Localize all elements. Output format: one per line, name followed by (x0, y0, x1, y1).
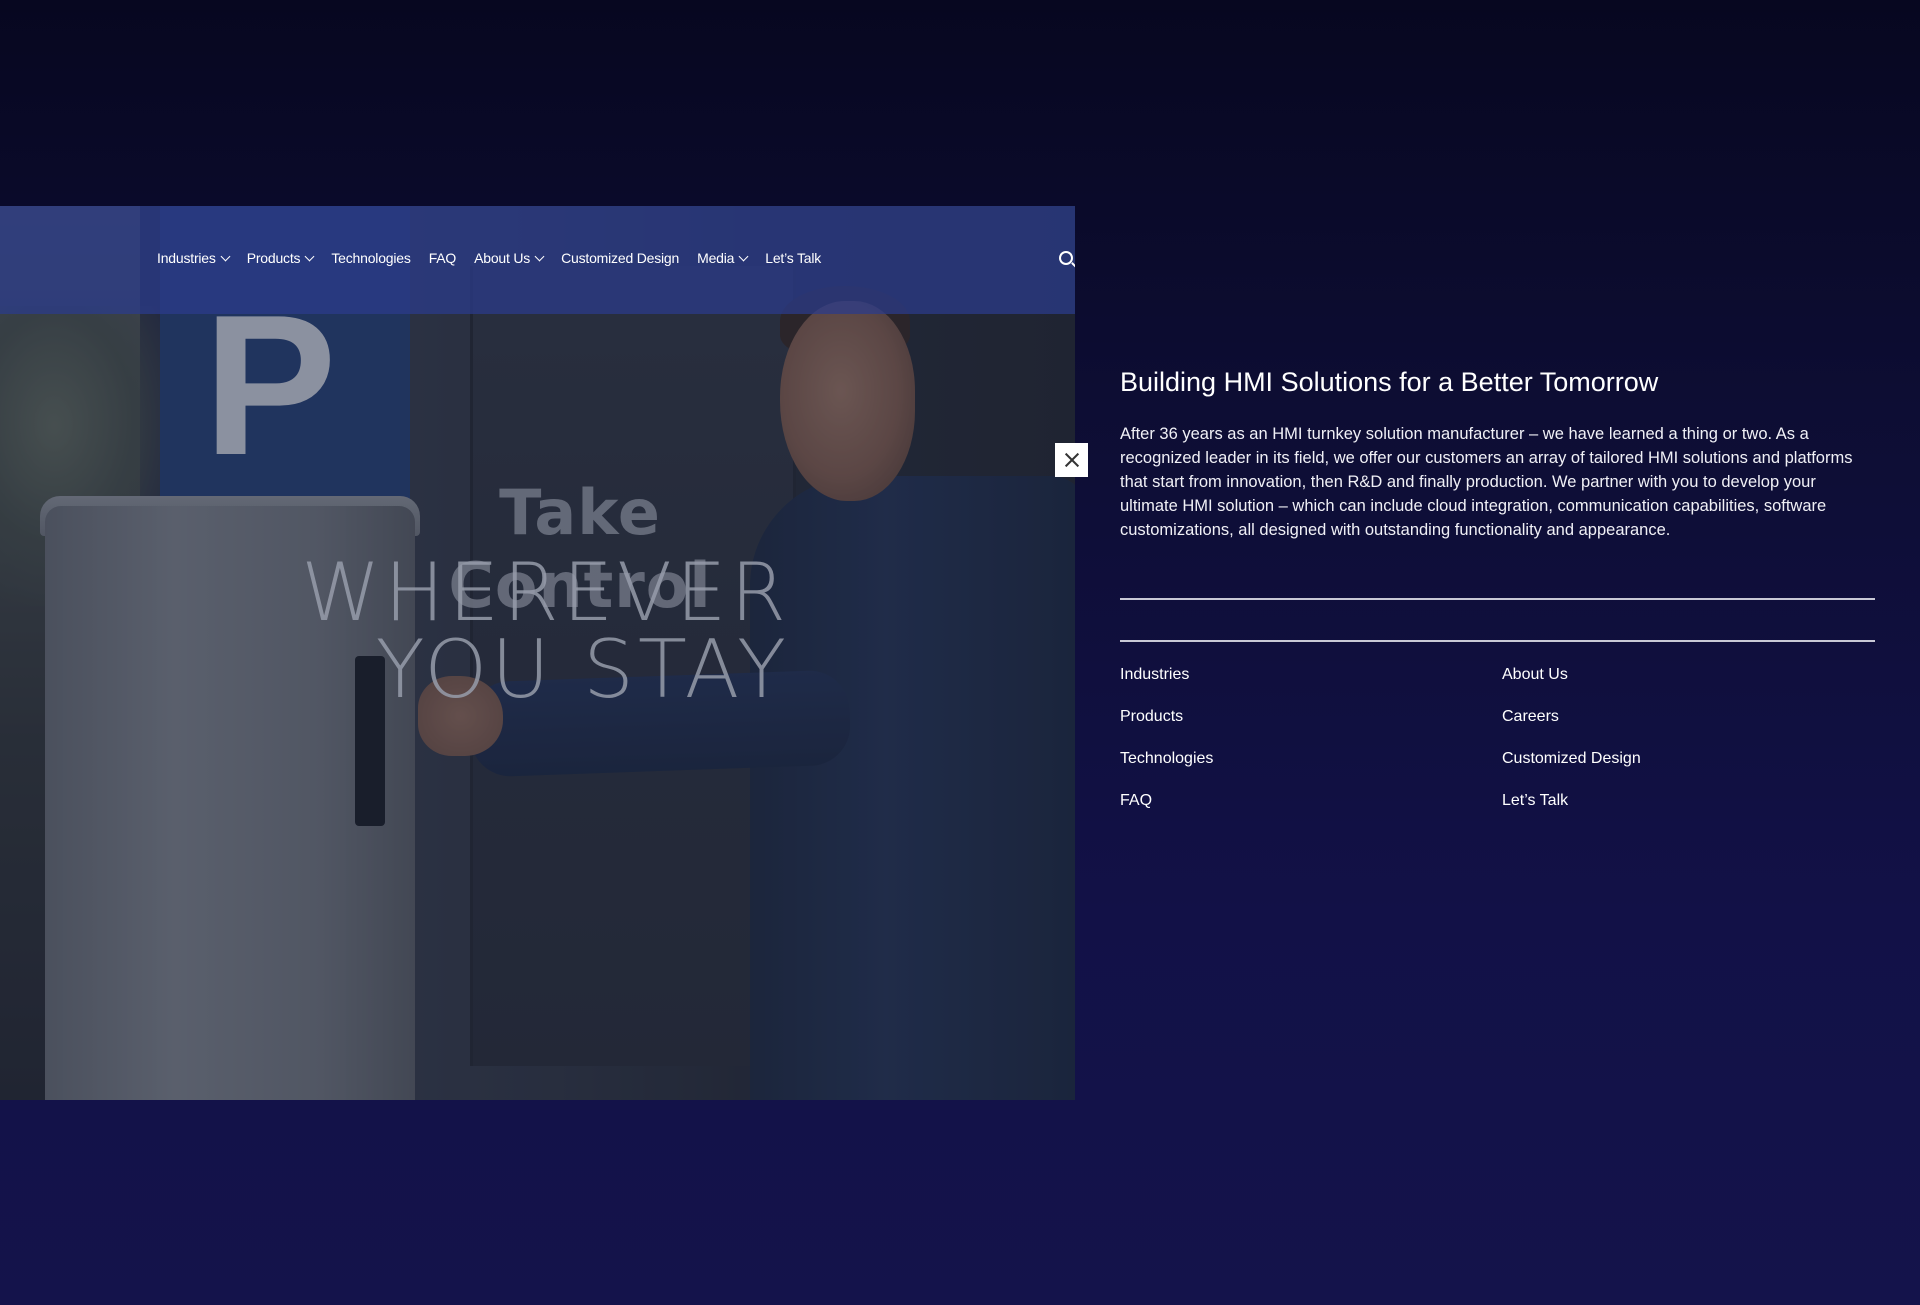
close-button[interactable] (1055, 443, 1088, 477)
panel-link-about-us[interactable]: About Us (1502, 664, 1875, 686)
nav-item-label: Industries (157, 250, 216, 266)
close-icon (1064, 452, 1080, 468)
nav-item-let-s-talk[interactable]: Let’s Talk (765, 250, 821, 266)
panel-link-lets-talk[interactable]: Let’s Talk (1502, 790, 1875, 812)
divider (1120, 640, 1875, 642)
nav-item-industries[interactable]: Industries (157, 250, 231, 266)
nav-item-label: Products (246, 250, 301, 266)
panel-link-technologies[interactable]: Technologies (1120, 748, 1502, 770)
panel-link-products[interactable]: Products (1120, 706, 1502, 728)
main-navigation: Industries Products Technologies FAQ About U… (0, 206, 1075, 314)
panel-description: After 36 years as an HMI turnkey solutio… (1120, 425, 1853, 539)
side-panel: Building HMI Solutions for a Better Tomo… (1120, 360, 1875, 542)
nav-item-label: FAQ (428, 250, 457, 266)
panel-link-industries[interactable]: Industries (1120, 664, 1502, 686)
chevron-down-icon (220, 251, 231, 261)
hero-media: P Take Control WHEREVER YOU STAY Industr… (0, 206, 1075, 1100)
nav-menu: Industries Products Technologies FAQ About U… (157, 250, 839, 266)
panel-link-customized-design[interactable]: Customized Design (1502, 748, 1875, 770)
divider (1120, 598, 1875, 600)
nav-item-label: Customized Design (561, 250, 680, 266)
panel-link-faq[interactable]: FAQ (1120, 790, 1502, 812)
hero-headline-line-2: YOU STAY (375, 623, 790, 716)
nav-item-media[interactable]: Media (697, 250, 749, 266)
chevron-down-icon (534, 251, 545, 261)
nav-item-products[interactable]: Products (246, 250, 315, 266)
nav-item-label: Let’s Talk (765, 250, 822, 266)
nav-item-label: Technologies (331, 250, 411, 266)
nav-item-customized-design[interactable]: Customized Design (561, 250, 679, 266)
nav-item-label: Media (697, 250, 735, 266)
search-icon[interactable] (1059, 251, 1073, 265)
nav-item-label: About Us (474, 250, 531, 266)
chevron-down-icon (738, 251, 749, 261)
chevron-down-icon (304, 251, 315, 261)
panel-link-careers[interactable]: Careers (1502, 706, 1875, 728)
hero-headline-line-1: WHEREVER (301, 546, 790, 639)
nav-item-faq[interactable]: FAQ (428, 250, 457, 266)
panel-links: Industries About Us Products Careers Tec… (1120, 664, 1875, 812)
nav-item-technologies[interactable]: Technologies (331, 250, 411, 266)
nav-item-about-us[interactable]: About Us (474, 250, 545, 266)
panel-title: Building HMI Solutions for a Better Tomo… (1120, 367, 1659, 397)
